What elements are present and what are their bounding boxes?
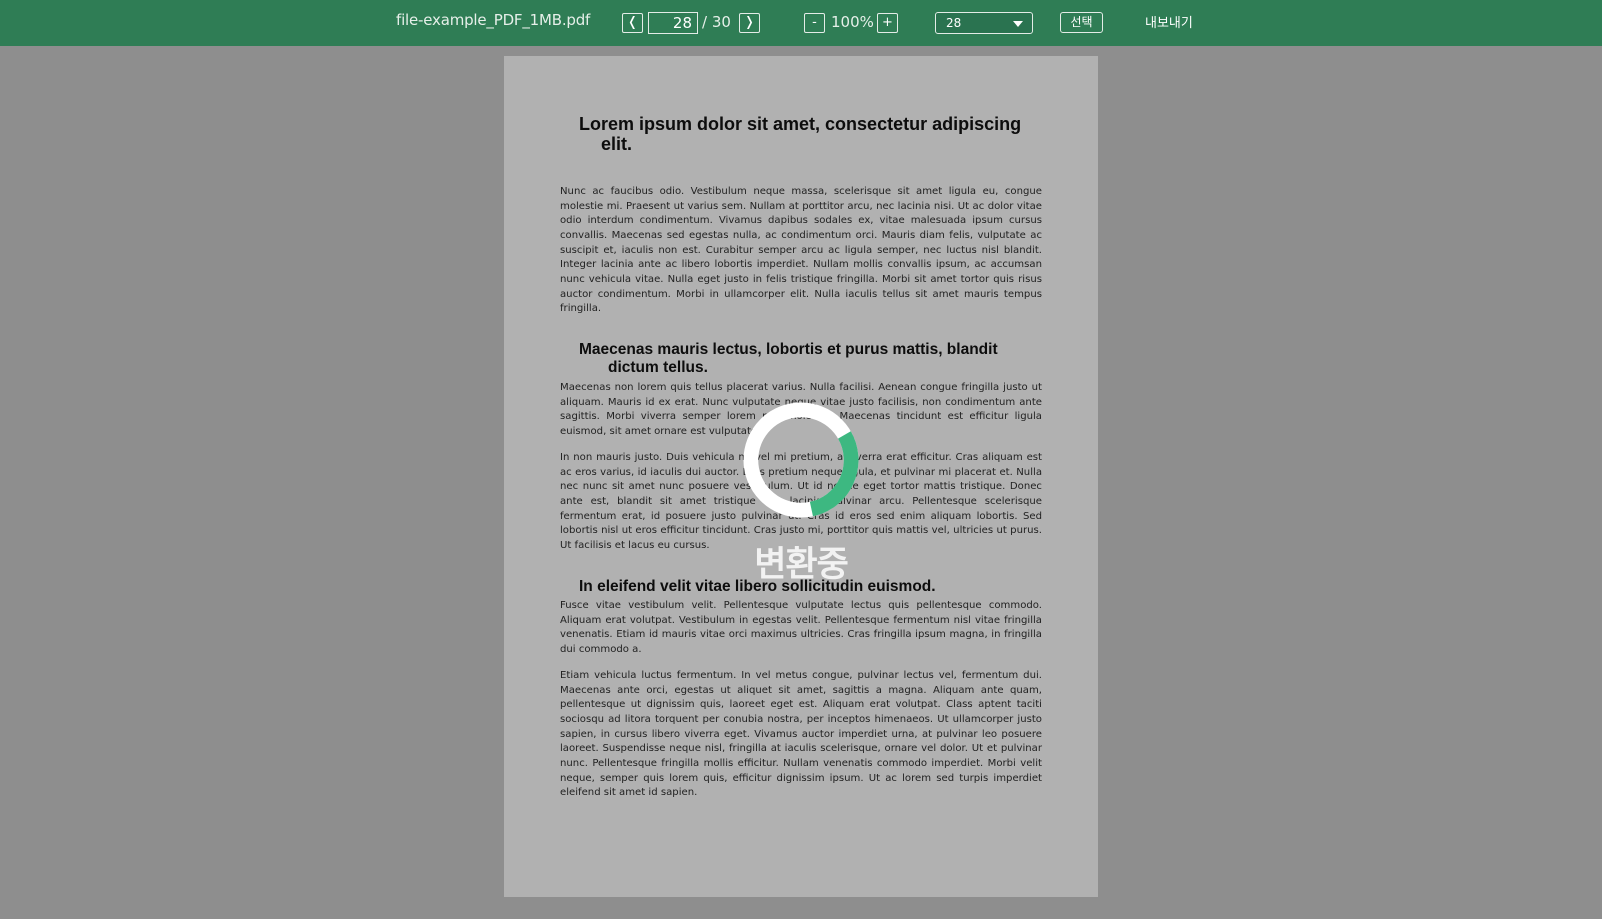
prev-page-button[interactable]: ❬ [622, 13, 643, 33]
next-page-button[interactable]: ❭ [739, 13, 760, 33]
chevron-left-icon: ❬ [627, 15, 638, 30]
heading-1-line-1: Lorem ipsum dolor sit amet, consectetur … [579, 114, 1022, 134]
paragraph-1: Nunc ac faucibus odio. Vestibulum neque … [560, 186, 1042, 315]
heading-2: Maecenas mauris lectus, lobortis et puru… [579, 341, 1049, 377]
current-page-input[interactable]: 28 [648, 12, 698, 34]
loading-spinner [743, 402, 859, 518]
paragraph-5: Etiam vehicula luctus fermentum. In vel … [560, 670, 1042, 799]
page-select-value: 28 [946, 16, 962, 30]
zoom-out-button[interactable]: - [804, 13, 825, 33]
heading-1: Lorem ipsum dolor sit amet, consectetur … [579, 114, 1029, 154]
zoom-in-button[interactable]: + [877, 13, 898, 33]
zoom-level: 100% [831, 13, 874, 31]
heading-2-line-1: Maecenas mauris lectus, lobortis et puru… [579, 341, 998, 358]
spinner-progress-arc [809, 431, 859, 517]
chevron-right-icon: ❭ [744, 15, 755, 30]
loading-text: 변환중 [754, 545, 849, 585]
minus-icon: - [812, 15, 817, 30]
page-total: / 30 [702, 13, 731, 31]
page-select-dropdown[interactable]: 28 [935, 12, 1033, 34]
caret-down-icon [1013, 21, 1023, 27]
export-button[interactable]: 내보내기 [1145, 12, 1193, 31]
select-button[interactable]: 선택 [1060, 12, 1103, 33]
file-name: file-example_PDF_1MB.pdf [396, 11, 591, 29]
heading-2-line-2: dictum tellus. [608, 359, 708, 376]
paragraph-4: Fusce vitae vestibulum velit. Pellentesq… [560, 600, 1042, 655]
viewer-toolbar: file-example_PDF_1MB.pdf ❬ 28 / 30 ❭ - 1… [0, 0, 1602, 46]
heading-1-line-2: elit. [601, 134, 633, 154]
plus-icon: + [882, 15, 893, 30]
